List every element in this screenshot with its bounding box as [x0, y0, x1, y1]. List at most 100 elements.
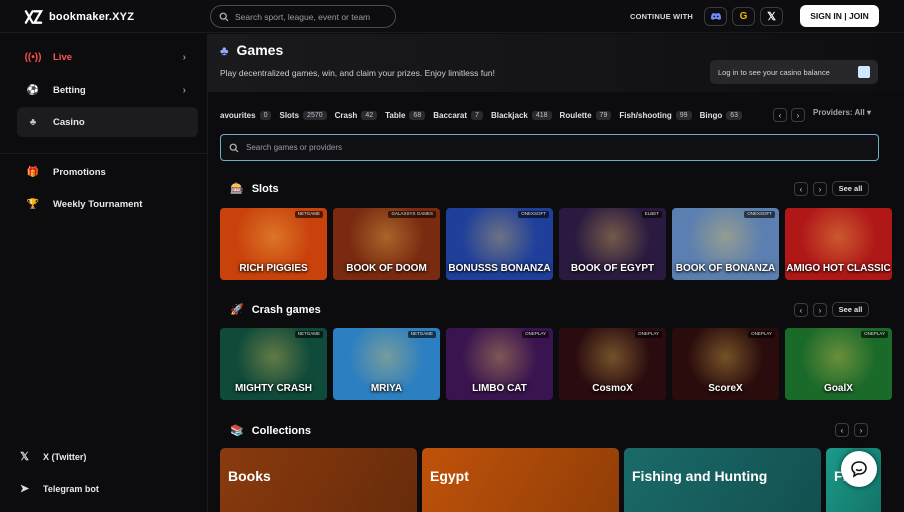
category-tab-label: avourites	[220, 110, 256, 120]
sidebar-item-weekly-tournament[interactable]: 🏆 Weekly Tournament	[17, 189, 198, 219]
category-tab[interactable]: Blackjack 418	[491, 110, 552, 120]
gift-icon: 🎁	[26, 166, 40, 178]
game-tile[interactable]: ONEXSOFT BOOK OF BONANZA	[672, 208, 779, 280]
provider-badge: ONEXSOFT	[518, 211, 549, 218]
category-tab-label: Baccarat	[433, 110, 468, 120]
game-tile[interactable]: AMIGO HOT CLASSIC	[785, 208, 892, 280]
categories-next-button[interactable]: ›	[791, 108, 805, 122]
game-tile[interactable]: ONEPLAY CosmoX	[559, 328, 666, 400]
game-tile[interactable]: ONEPLAY ScoreX	[672, 328, 779, 400]
provider-badge: ONEPLAY	[522, 331, 549, 338]
footer-link-label: Telegram bot	[43, 483, 99, 494]
category-count-badge: 63	[726, 110, 743, 120]
sidebar-item-label: Weekly Tournament	[53, 198, 143, 210]
chevron-right-icon: ›	[182, 51, 186, 63]
chevron-right-icon: ›	[859, 425, 863, 435]
category-tab[interactable]: Slots 2570	[279, 110, 327, 120]
sidebar-item-casino[interactable]: ♣ Casino	[17, 107, 198, 137]
category-count-badge: 2570	[303, 110, 327, 120]
x-icon: 𝕏	[767, 11, 776, 23]
game-title: ScoreX	[708, 382, 743, 394]
collection-card[interactable]: Fishing and Hunting	[624, 448, 821, 512]
category-tab[interactable]: Fish/shooting 99	[619, 110, 692, 120]
providers-dropdown[interactable]: Providers: All ▾	[813, 108, 871, 117]
category-tab-label: Table	[385, 110, 406, 120]
crash-row: NETGAME MIGHTY CRASH NETGAME MRIYA ONEPLAY LI…	[220, 328, 892, 400]
games-hero: ♣ Games Play decentralized games, win, a…	[208, 34, 904, 92]
collections-prev-button[interactable]: ‹	[835, 423, 849, 437]
telegram-icon: ➤	[19, 483, 30, 495]
x-login-button[interactable]: 𝕏	[760, 7, 783, 26]
category-tab[interactable]: Roulette 79	[560, 110, 612, 120]
collection-title: Fishing and Hunting	[632, 468, 768, 484]
game-tile[interactable]: ELBET BOOK OF EGYPT	[559, 208, 666, 280]
search-placeholder: Search sport, league, event or team	[235, 11, 371, 22]
slots-see-all-button[interactable]: See all	[832, 181, 869, 196]
game-title: BOOK OF BONANZA	[675, 262, 776, 274]
signin-join-button[interactable]: SIGN IN | JOIN	[800, 5, 879, 27]
brand-logo[interactable]: bookmaker.XYZ	[24, 9, 134, 25]
category-tab[interactable]: Baccarat 7	[433, 110, 483, 120]
game-tile[interactable]: NETGAME MRIYA	[333, 328, 440, 400]
crash-section-title: 🚀 Crash games	[230, 303, 321, 317]
crash-prev-button[interactable]: ‹	[794, 303, 808, 317]
game-title: LIMBO CAT	[472, 382, 527, 394]
discord-button[interactable]	[704, 7, 727, 26]
chevron-left-icon: ‹	[840, 425, 844, 435]
collection-icon: 📚	[230, 425, 244, 437]
crash-see-all-button[interactable]: See all	[832, 302, 869, 317]
category-tab[interactable]: avourites 0	[220, 110, 272, 120]
game-tile[interactable]: GALAXSYS GAMES BOOK OF DOOM	[333, 208, 440, 280]
sport-search-input[interactable]: Search sport, league, event or team	[210, 5, 396, 28]
collection-card[interactable]: Books	[220, 448, 417, 512]
discord-icon	[710, 13, 721, 20]
google-button[interactable]: G	[732, 7, 755, 26]
game-tile[interactable]: NETGAME RICH PIGGIES	[220, 208, 327, 280]
casino-balance-button[interactable]: Log in to see your casino balance	[710, 60, 878, 84]
footer-link-telegram[interactable]: ➤ Telegram bot	[18, 482, 99, 495]
category-count-badge: 99	[675, 110, 692, 120]
category-tab-label: Bingo	[699, 110, 723, 120]
x-icon: 𝕏	[20, 451, 29, 463]
sidebar-item-promotions[interactable]: 🎁 Promotions	[17, 157, 198, 187]
chat-button[interactable]	[841, 451, 877, 487]
crash-next-button[interactable]: ›	[813, 303, 827, 317]
wallet-icon	[858, 66, 870, 78]
game-tile[interactable]: NETGAME MIGHTY CRASH	[220, 328, 327, 400]
provider-badge: GALAXSYS GAMES	[388, 211, 436, 218]
category-tab[interactable]: Crash 42	[335, 110, 378, 120]
footer-link-x[interactable]: 𝕏 X (Twitter)	[18, 450, 86, 463]
sidebar-item-betting[interactable]: ⚽ Betting ›	[17, 75, 198, 105]
sidebar-item-live[interactable]: ((•)) Live ›	[17, 42, 198, 72]
continue-with-label: CONTINUE WITH	[630, 12, 694, 21]
rocket-icon: 🚀	[230, 304, 244, 316]
chevron-right-icon: ›	[818, 305, 822, 315]
chevron-left-icon: ‹	[799, 184, 803, 194]
category-tab-label: Fish/shooting	[619, 110, 672, 120]
game-tile[interactable]: ONEPLAY GoalX	[785, 328, 892, 400]
top-bar: bookmaker.XYZ Search sport, league, even…	[0, 0, 904, 33]
category-count-badge: 418	[531, 110, 552, 120]
collections-next-button[interactable]: ›	[854, 423, 868, 437]
provider-badge: ONEPLAY	[635, 331, 662, 338]
slots-next-button[interactable]: ›	[813, 182, 827, 196]
collection-title: Books	[228, 468, 271, 484]
category-count-badge: 42	[361, 110, 378, 120]
categories-prev-button[interactable]: ‹	[773, 108, 787, 122]
category-count-badge: 79	[595, 110, 612, 120]
category-count-badge: 0	[259, 110, 272, 120]
game-search-input[interactable]: Search games or providers	[220, 134, 879, 161]
sidebar-item-label: Live	[53, 51, 73, 63]
game-tile[interactable]: ONEXSOFT BONUSSS BONANZA	[446, 208, 553, 280]
game-tile[interactable]: ONEPLAY LIMBO CAT	[446, 328, 553, 400]
chevron-right-icon: ›	[796, 110, 800, 120]
chevron-right-icon: ›	[818, 184, 822, 194]
live-icon: ((•))	[24, 51, 42, 63]
game-title: RICH PIGGIES	[239, 262, 308, 274]
game-title: MIGHTY CRASH	[234, 382, 313, 394]
category-tab[interactable]: Table 68	[385, 110, 426, 120]
category-tab[interactable]: Bingo 63	[699, 110, 743, 120]
collection-card[interactable]: Egypt	[422, 448, 619, 512]
google-icon: G	[739, 11, 748, 22]
slots-prev-button[interactable]: ‹	[794, 182, 808, 196]
